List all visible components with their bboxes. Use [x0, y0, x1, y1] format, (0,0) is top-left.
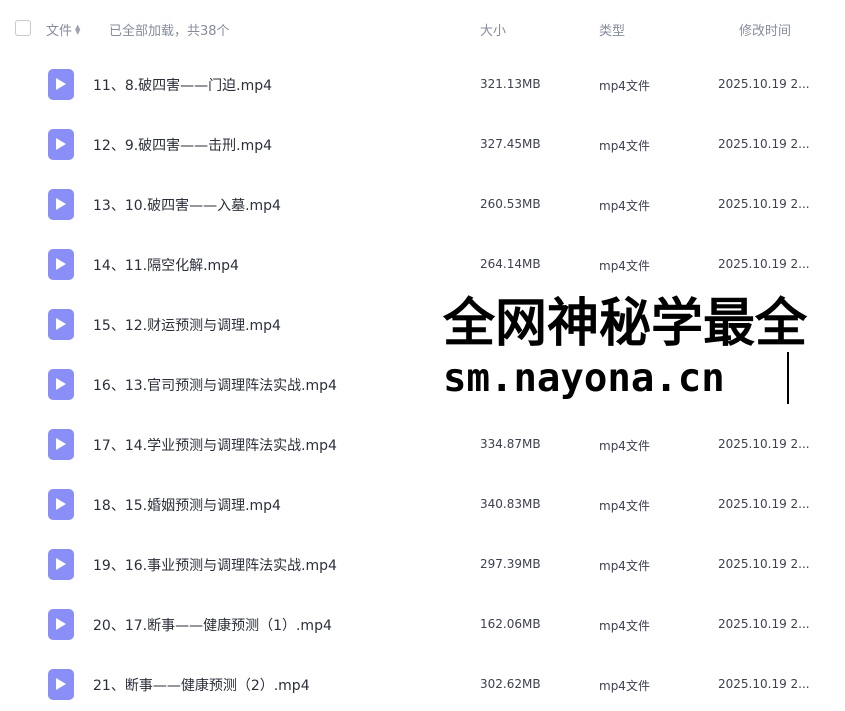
file-row[interactable]: 17、14.学业预测与调理阵法实战.mp4 334.87MB mp4文件 2025.1…: [0, 416, 845, 476]
name-column-label: 文件: [46, 24, 73, 39]
play-icon: [56, 618, 66, 630]
file-modified-time: 2025.10.19 2...: [718, 617, 810, 631]
file-row[interactable]: 18、15.婚姻预测与调理.mp4 340.83MB mp4文件 2025.10.19…: [0, 476, 845, 536]
file-row[interactable]: 21、断事——健康预测（2）.mp4 302.62MB mp4文件 2025.10.1…: [0, 656, 845, 711]
file-name[interactable]: 13、10.破四害——入墓.mp4: [93, 195, 281, 215]
file-name[interactable]: 19、16.事业预测与调理阵法实战.mp4: [93, 555, 337, 575]
video-file-icon: [48, 549, 74, 580]
file-modified-time: 2025.10.19 2...: [718, 197, 810, 211]
video-file-icon: [48, 489, 74, 520]
play-icon: [56, 138, 66, 150]
file-type: mp4文件: [599, 679, 650, 693]
file-size: 302.62MB: [480, 677, 541, 691]
play-icon: [56, 438, 66, 450]
file-type: mp4文件: [599, 559, 650, 573]
file-size: 327.45MB: [480, 137, 541, 151]
select-all-checkbox[interactable]: [15, 20, 31, 36]
play-icon: [56, 678, 66, 690]
time-column-header[interactable]: 修改时间: [739, 20, 791, 39]
file-size: 297.39MB: [480, 557, 541, 571]
file-row[interactable]: 20、17.断事——健康预测（1）.mp4 162.06MB mp4文件 2025.1…: [0, 596, 845, 656]
file-modified-time: 2025.10.19 2...: [718, 677, 810, 691]
name-column-header[interactable]: 文件 ▲ ▼: [46, 20, 80, 39]
watermark-url: sm.nayona.cn: [443, 356, 725, 401]
file-type: mp4文件: [599, 499, 650, 513]
play-icon: [56, 258, 66, 270]
play-icon: [56, 498, 66, 510]
play-icon: [56, 378, 66, 390]
video-file-icon: [48, 249, 74, 280]
file-type: mp4文件: [599, 619, 650, 633]
video-file-icon: [48, 669, 74, 700]
video-file-icon: [48, 189, 74, 220]
file-name[interactable]: 15、12.财运预测与调理.mp4: [93, 315, 281, 335]
file-list-header: 文件 ▲ ▼ 已全部加载，共38个 大小 类型 修改时间: [0, 0, 845, 56]
play-icon: [56, 558, 66, 570]
file-modified-time: 2025.10.19 2...: [718, 137, 810, 151]
file-name[interactable]: 12、9.破四害——击刑.mp4: [93, 135, 272, 155]
file-size: 334.87MB: [480, 437, 541, 451]
file-row[interactable]: 13、10.破四害——入墓.mp4 260.53MB mp4文件 2025.10.19…: [0, 176, 845, 236]
file-modified-time: 2025.10.19 2...: [718, 77, 810, 91]
file-size: 264.14MB: [480, 257, 541, 271]
type-column-header[interactable]: 类型: [599, 20, 625, 39]
file-size: 340.83MB: [480, 497, 541, 511]
file-name[interactable]: 20、17.断事——健康预测（1）.mp4: [93, 615, 332, 635]
watermark-overlay: 全网神秘学最全 sm.nayona.cn: [441, 292, 845, 407]
file-row[interactable]: 19、16.事业预测与调理阵法实战.mp4 297.39MB mp4文件 2025.1…: [0, 536, 845, 596]
video-file-icon: [48, 429, 74, 460]
video-file-icon: [48, 129, 74, 160]
text-caret: [787, 352, 789, 404]
file-type: mp4文件: [599, 79, 650, 93]
size-column-header[interactable]: 大小: [480, 20, 506, 39]
file-modified-time: 2025.10.19 2...: [718, 257, 810, 271]
file-name[interactable]: 21、断事——健康预测（2）.mp4: [93, 675, 310, 695]
play-icon: [56, 318, 66, 330]
video-file-icon: [48, 309, 74, 340]
file-row[interactable]: 11、8.破四害——门迫.mp4 321.13MB mp4文件 2025.10.19 …: [0, 56, 845, 116]
file-row[interactable]: 12、9.破四害——击刑.mp4 327.45MB mp4文件 2025.10.19 …: [0, 116, 845, 176]
file-name[interactable]: 14、11.隔空化解.mp4: [93, 255, 239, 275]
sort-icon[interactable]: ▲ ▼: [75, 23, 80, 35]
file-type: mp4文件: [599, 139, 650, 153]
file-size: 162.06MB: [480, 617, 541, 631]
file-modified-time: 2025.10.19 2...: [718, 557, 810, 571]
file-name[interactable]: 18、15.婚姻预测与调理.mp4: [93, 495, 281, 515]
file-row[interactable]: 14、11.隔空化解.mp4 264.14MB mp4文件 2025.10.19 2.…: [0, 236, 845, 296]
file-type: mp4文件: [599, 199, 650, 213]
file-name[interactable]: 16、13.官司预测与调理阵法实战.mp4: [93, 375, 337, 395]
play-icon: [56, 198, 66, 210]
watermark-title: 全网神秘学最全: [443, 294, 808, 354]
file-size: 260.53MB: [480, 197, 541, 211]
file-type: mp4文件: [599, 439, 650, 453]
file-modified-time: 2025.10.19 2...: [718, 437, 810, 451]
loaded-count-text: 已全部加载，共38个: [109, 24, 230, 39]
play-icon: [56, 78, 66, 90]
file-name[interactable]: 17、14.学业预测与调理阵法实战.mp4: [93, 435, 337, 455]
file-modified-time: 2025.10.19 2...: [718, 497, 810, 511]
video-file-icon: [48, 369, 74, 400]
video-file-icon: [48, 609, 74, 640]
file-size: 321.13MB: [480, 77, 541, 91]
file-type: mp4文件: [599, 259, 650, 273]
file-name[interactable]: 11、8.破四害——门迫.mp4: [93, 75, 272, 95]
video-file-icon: [48, 69, 74, 100]
